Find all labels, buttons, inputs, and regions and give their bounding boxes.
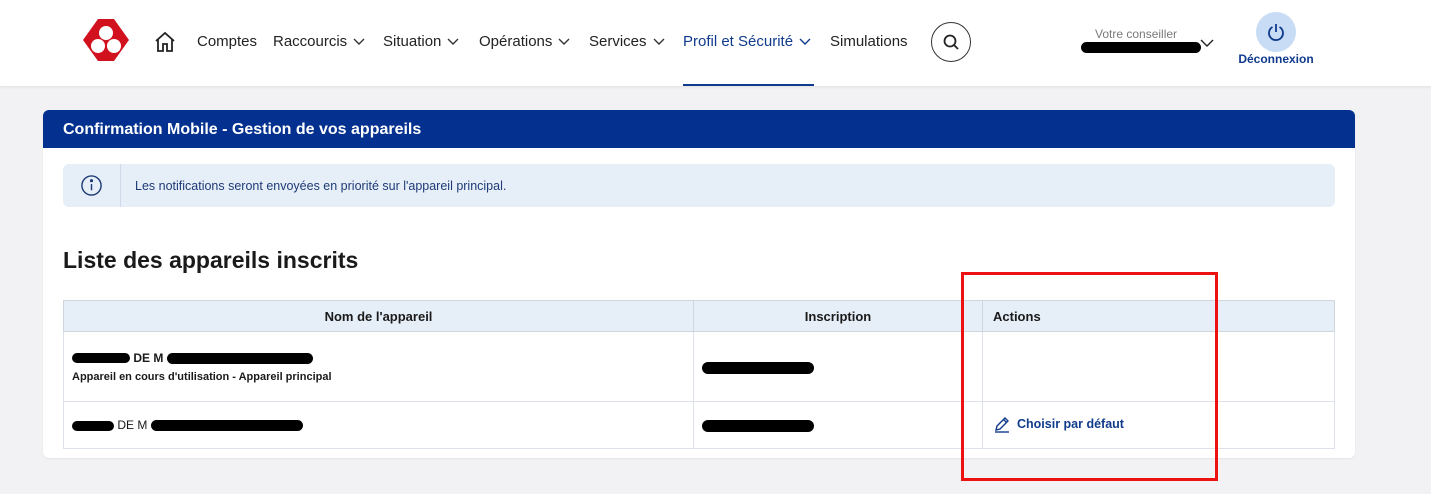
logout-button[interactable] — [1256, 12, 1296, 52]
nav-simulations[interactable]: Simulations — [830, 33, 908, 50]
info-text: Les notifications seront envoyées en pri… — [135, 179, 507, 193]
chevron-down-icon — [558, 38, 570, 45]
redacted-text — [166, 352, 313, 364]
nav-situation-label: Situation — [383, 33, 442, 50]
device-name-mid: DE M — [117, 418, 148, 432]
nav-situation[interactable]: Situation — [383, 33, 459, 50]
nav-operations-label: Opérations — [479, 33, 553, 50]
nav-services-label: Services — [589, 33, 647, 50]
chevron-down-icon — [353, 38, 365, 45]
chevron-down-icon[interactable] — [1200, 39, 1214, 48]
card-title: Confirmation Mobile - Gestion de vos app… — [43, 110, 1355, 148]
inscription-cell — [693, 401, 983, 449]
advisor-label: Votre conseiller — [1095, 27, 1178, 41]
nav-services[interactable]: Services — [589, 33, 665, 50]
column-header-device-name: Nom de l'appareil — [63, 300, 694, 332]
column-header-inscription: Inscription — [693, 300, 983, 332]
power-icon — [1268, 24, 1284, 41]
info-banner: Les notifications seront envoyées en pri… — [63, 164, 1335, 207]
nav-raccourcis[interactable]: Raccourcis — [273, 33, 365, 50]
info-icon — [81, 175, 102, 196]
logout-label[interactable]: Déconnexion — [1230, 52, 1322, 66]
redacted-text — [702, 361, 814, 374]
chevron-down-icon — [653, 38, 665, 45]
home-icon[interactable] — [153, 30, 177, 54]
nav-comptes-label: Comptes — [197, 33, 258, 50]
inscription-cell — [693, 331, 983, 402]
nav-comptes[interactable]: Comptes — [197, 33, 257, 50]
nav-raccourcis-label: Raccourcis — [273, 33, 348, 50]
nav-operations[interactable]: Opérations — [479, 33, 570, 50]
section-title: Liste des appareils inscrits — [63, 247, 359, 273]
top-navigation-bar: Comptes Raccourcis Situation Opérations … — [0, 0, 1431, 86]
device-name-mid: DE M — [133, 350, 164, 365]
chevron-down-icon — [799, 38, 811, 45]
search-icon — [943, 34, 959, 50]
redacted-text — [72, 353, 130, 364]
nav-profil-securite-label: Profil et Sécurité — [683, 33, 794, 50]
info-divider — [120, 164, 121, 207]
search-button[interactable] — [931, 22, 971, 62]
nav-simulations-label: Simulations — [830, 33, 908, 50]
advisor-name-redacted — [1081, 42, 1201, 53]
chevron-down-icon — [447, 38, 459, 45]
redacted-text — [150, 420, 303, 432]
device-name-cell: DE M — [63, 401, 694, 449]
device-name-cell: DE M Appareil en cours d'utilisation - A… — [63, 331, 694, 402]
bank-logo[interactable] — [82, 17, 130, 63]
redacted-text — [702, 420, 814, 433]
active-tab-indicator — [683, 84, 814, 86]
nav-profil-securite[interactable]: Profil et Sécurité — [683, 33, 811, 50]
highlight-box — [961, 272, 1218, 481]
device-status: Appareil en cours d'utilisation - Appare… — [72, 370, 332, 383]
redacted-text — [72, 420, 114, 431]
